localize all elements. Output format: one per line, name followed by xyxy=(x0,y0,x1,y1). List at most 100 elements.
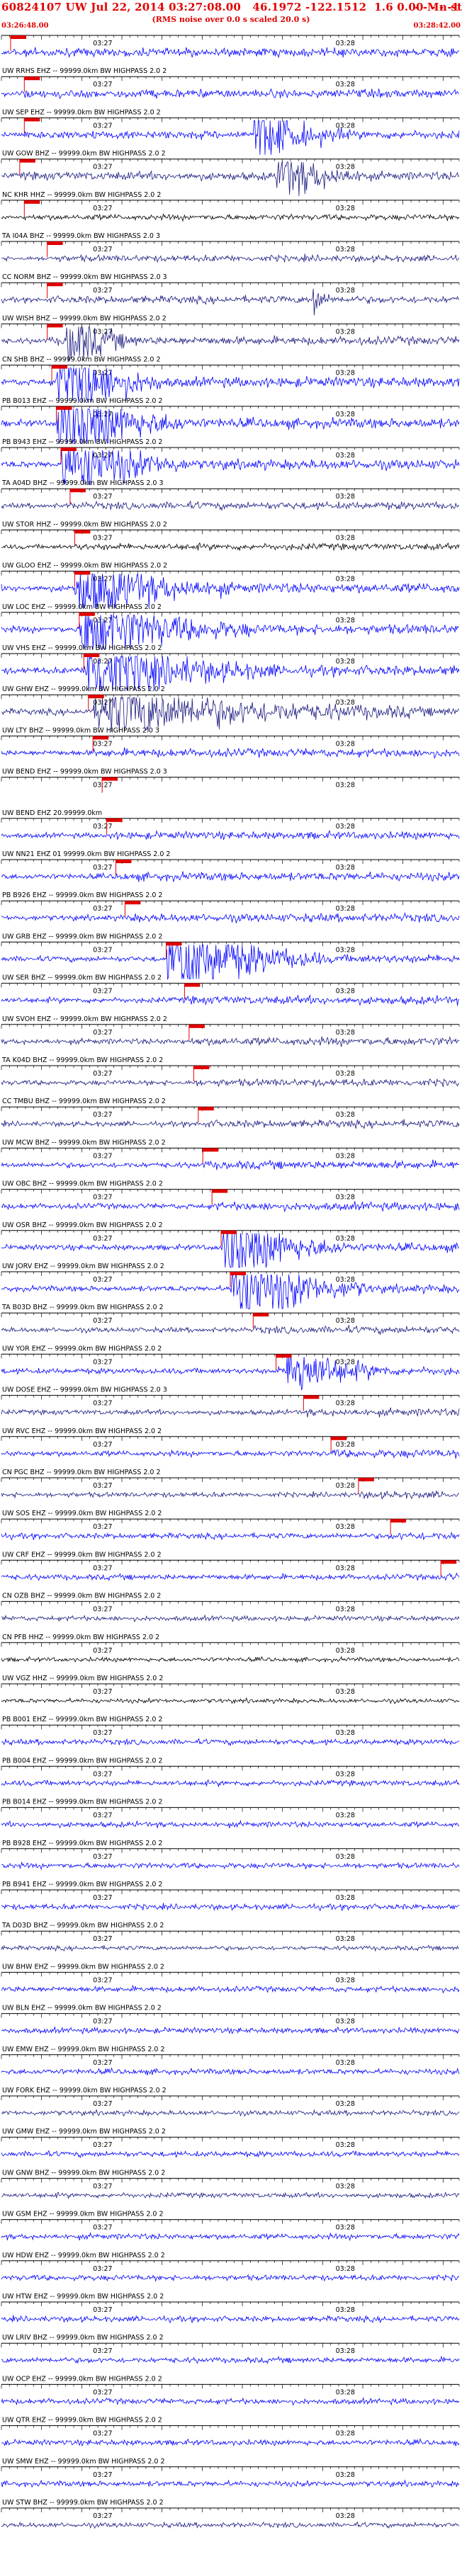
station-label: UW LTY BHZ -- 99999.0km BW HIGHPASS 2.0 … xyxy=(2,726,159,734)
station-label: PB B004 EHZ -- 99999.0km BW HIGHPASS 2.0… xyxy=(2,1757,162,1765)
waveform-trace xyxy=(1,2150,460,2159)
station-label: UW LOC EHZ -- 99999.0km BW HIGHPASS 2.0 … xyxy=(2,603,162,611)
waveform-trace xyxy=(1,1357,460,1391)
event-title: 60824107 UW Jul 22, 2014 03:27:08.00 46.… xyxy=(1,1,462,13)
time-tick-label: 03:27 xyxy=(93,1523,112,1531)
time-tick-label: 03:27 xyxy=(93,205,112,212)
time-tick-label: 03:27 xyxy=(93,1358,112,1366)
waveform-trace xyxy=(1,1036,460,1047)
station-label: UW GRB EHZ -- 99999.0km BW HIGHPASS 2.0 … xyxy=(2,933,162,940)
time-tick-label: 03:28 xyxy=(336,2347,355,2355)
waveform-trace xyxy=(1,1820,460,1829)
station-label: UW BLN EHZ -- 99999.0km BW HIGHPASS 2.0 … xyxy=(2,2005,162,2012)
time-tick-label: 03:27 xyxy=(93,905,112,913)
time-tick-label: 03:28 xyxy=(336,370,355,377)
time-tick-label: 03:27 xyxy=(93,2471,112,2479)
time-tick-label: 03:28 xyxy=(336,617,355,625)
waveform-trace xyxy=(1,1697,460,1704)
station-label: TA I04A BHZ -- 99999.0km BW HIGHPASS 2.0… xyxy=(1,232,160,240)
time-tick-label: 03:28 xyxy=(336,2306,355,2314)
trace-row: 03:27 03:28 UW VGZ HHZ -- 99999.0km BW HIG… xyxy=(1,1675,460,1704)
time-tick-label: 03:28 xyxy=(336,2059,355,2067)
time-tick-label: 03:28 xyxy=(336,1812,355,1820)
phase-pick-marker xyxy=(203,1148,219,1152)
phase-pick-marker xyxy=(24,118,40,122)
trace-row: 03:27 03:28 UW MCW BHZ -- 99999.0km BW HIG… xyxy=(1,1139,460,1170)
trace-row: 03:27 03:28 UW BLN EHZ -- 99999.0km BW HIG… xyxy=(1,2005,460,2035)
time-tick-label: 03:27 xyxy=(93,164,112,171)
time-tick-label: 03:28 xyxy=(336,1729,355,1737)
trace-row: 03:27 03:28 UW SMW EHZ -- 99999.0km BW HIG… xyxy=(1,2458,460,2488)
waveform-trace xyxy=(1,1407,460,1418)
station-label: CN PGC BHZ -- 99999.0km BW HIGHPASS 2.0 … xyxy=(2,1469,161,1476)
trace-row: 03:27 03:28 CC TMBU BHZ -- 99999.0km BW HI… xyxy=(1,1098,460,1129)
time-tick-label: 03:28 xyxy=(336,1935,355,1943)
trace-row: 03:27 03:28 CN PGC BHZ -- 99999.0km BW HIG… xyxy=(1,1469,460,1500)
phase-pick-marker xyxy=(88,695,104,699)
station-label: TA K04D BHZ -- 99999.0km BW HIGHPASS 2.0… xyxy=(1,1056,163,1064)
trace-row: 03:27 03:28 UW STW BHZ -- 99999.0km BW HIG… xyxy=(1,2499,460,2529)
time-tick-label: 03:28 xyxy=(336,699,355,707)
phase-pick-marker xyxy=(193,1066,210,1069)
phase-pick-marker xyxy=(10,35,26,39)
trace-row: 03:27 03:28 UW JORV EHZ -- 99999.0km BW HI… xyxy=(1,1263,460,1309)
trace-row: 03:27 03:28 CC NORM BHZ -- 99999.0km BW HI… xyxy=(1,273,460,316)
time-tick-label: 03:28 xyxy=(336,1647,355,1655)
station-label: PB B014 EHZ -- 99999.0km BW HIGHPASS 2.0… xyxy=(2,1799,162,1806)
phase-pick-marker xyxy=(125,901,141,905)
waveform-trace xyxy=(1,1614,460,1623)
station-label: PB B943 EHZ -- 99999.0km BW HIGHPASS 2.0… xyxy=(2,438,162,446)
waveform-trace xyxy=(1,2355,460,2364)
time-tick-label: 03:28 xyxy=(336,1276,355,1284)
waveform-trace xyxy=(1,88,460,100)
time-tick-label: 03:28 xyxy=(336,328,355,336)
phase-pick-marker xyxy=(47,324,63,328)
time-tick-label: 03:28 xyxy=(336,576,355,583)
phase-pick-marker xyxy=(24,200,40,204)
phase-pick-marker xyxy=(116,860,132,863)
station-label: UW BEND EHZ 20.99999.0km xyxy=(2,809,102,817)
trace-row: 03:27 03:28 TA K04D BHZ -- 99999.0km BW HI… xyxy=(1,1056,460,1088)
time-tick-label: 03:28 xyxy=(336,1894,355,1902)
waveform-trace xyxy=(1,1490,460,1500)
phase-pick-marker xyxy=(188,1024,205,1028)
station-label: PB B926 EHZ -- 99999.0km BW HIGHPASS 2.0… xyxy=(2,891,162,899)
time-tick-label: 03:28 xyxy=(336,1400,355,1408)
waveform-trace xyxy=(1,2274,460,2282)
time-tick-label: 03:27 xyxy=(93,1729,112,1737)
station-label: UW SOS EHZ -- 99999.0km BW HIGHPASS 2.0 … xyxy=(2,1510,162,1517)
station-label: CC NORM BHZ -- 99999.0km BW HIGHPASS 2.0… xyxy=(2,273,167,281)
station-label: UW HTW EHZ -- 99999.0km BW HIGHPASS 2.0 … xyxy=(2,2293,164,2301)
waveform-trace xyxy=(1,2438,460,2446)
trace-row: 03:27 03:28 UW WISH BHZ -- 99999.0km BW HI… xyxy=(1,314,460,361)
phase-pick-marker xyxy=(52,365,68,369)
time-tick-label: 03:27 xyxy=(93,287,112,295)
station-label: UW OSR BHZ -- 99999.0km BW HIGHPASS 2.0 … xyxy=(2,1221,163,1229)
trace-row: 03:27 03:28 UW OSR BHZ -- 99999.0km BW HIG… xyxy=(1,1221,460,1268)
time-tick-label: 03:27 xyxy=(93,534,112,542)
time-tick-label: 03:27 xyxy=(93,328,112,336)
time-tick-label: 03:28 xyxy=(336,493,355,501)
trace-row: 03:27 03:28UW GLOO EHZ -- 99999.0km BW HI… xyxy=(1,562,460,608)
station-label: UW JORV EHZ -- 99999.0km BW HIGHPASS 2.0… xyxy=(2,1263,164,1270)
station-label: UW GSM EHZ -- 99999.0km BW HIGHPASS 2.0 … xyxy=(2,2211,164,2218)
time-tick-label: 03:27 xyxy=(93,493,112,501)
time-tick-label: 03:28 xyxy=(336,2471,355,2479)
time-tick-label: 03:28 xyxy=(336,205,355,212)
trace-row: 03:27 03:28CN SHB BHZ -- 99999.0km BW HIG… xyxy=(1,356,460,402)
time-tick-label: 03:28 xyxy=(336,164,355,171)
station-label: UW NN21 EHZ 01 99999.0km BW HIGHPASS 2.0… xyxy=(2,850,170,858)
waveform-trace xyxy=(1,2109,460,2117)
waveform-trace xyxy=(1,1944,460,1952)
trace-row: 03:27 03:28 UW STOR HHZ -- 99999.0km BW HI… xyxy=(1,520,460,552)
trace-row: 03:27 03:28 UW HTW EHZ -- 99999.0km BW HIG… xyxy=(1,2293,460,2324)
time-tick-label: 03:27 xyxy=(93,782,112,790)
station-label: UW HDW EHZ -- 99999.0km BW HIGHPASS 2.0 … xyxy=(2,2252,165,2259)
station-label: UW BEND EHZ -- 99999.0km BW HIGHPASS 2.0… xyxy=(2,768,167,776)
time-tick-label: 03:27 xyxy=(93,2430,112,2438)
waveform-trace xyxy=(1,2191,460,2199)
time-tick-label: 03:27 xyxy=(93,2224,112,2232)
waveform-trace xyxy=(1,2479,460,2488)
trace-row: 03:27 03:28 UW GMW EHZ -- 99999.0km BW HIG… xyxy=(1,2128,460,2159)
station-label: UW VGZ HHZ -- 99999.0km BW HIGHPASS 2.0 … xyxy=(2,1675,163,1682)
